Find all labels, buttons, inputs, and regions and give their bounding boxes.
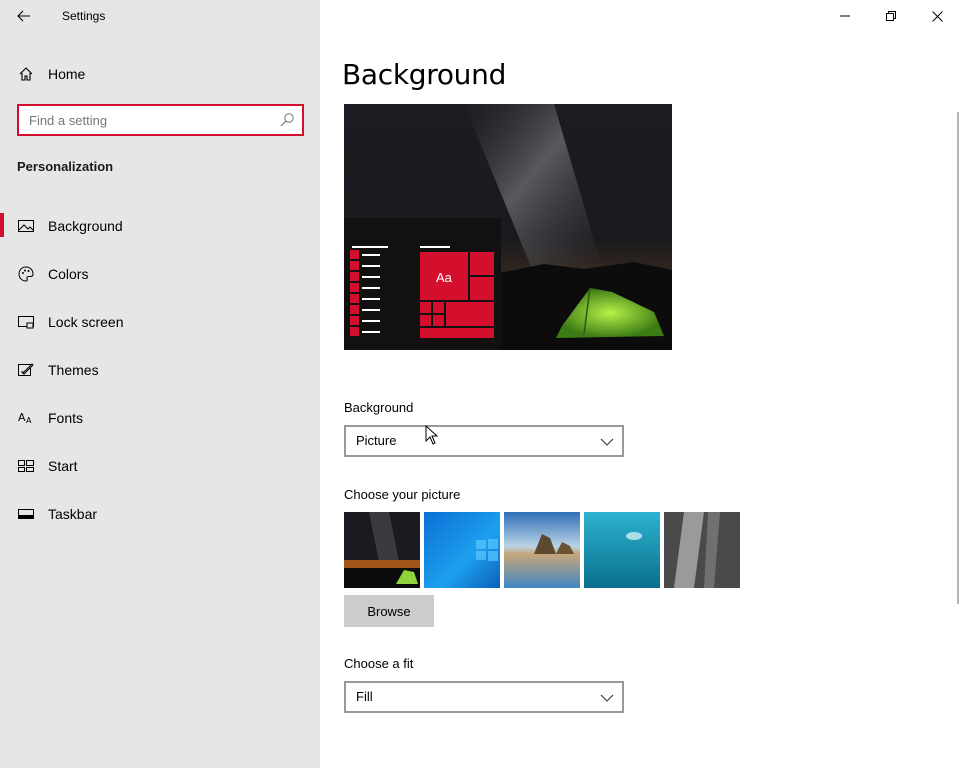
svg-text:A: A [26,416,32,425]
sidebar-item-label: Start [48,458,78,474]
page-title: Background [342,58,507,91]
back-arrow-icon [17,10,30,22]
fit-dropdown[interactable]: Fill [344,681,624,713]
minimize-icon [840,15,850,17]
fit-dropdown-value: Fill [356,689,373,704]
picture-icon [17,217,35,235]
preview-sample-text: Aa [436,270,453,285]
thumbnail-rock-cliff[interactable] [664,512,740,588]
sidebar-item-label: Background [48,218,123,234]
themes-icon [17,361,35,379]
close-button[interactable] [914,0,960,32]
home-label: Home [48,66,86,82]
background-dropdown-value: Picture [356,433,397,448]
sidebar-item-fonts[interactable]: AA Fonts [0,401,320,449]
chevron-down-icon [600,694,614,702]
start-icon [17,457,35,475]
svg-text:A: A [18,411,26,424]
sidebar-item-label: Lock screen [48,314,124,330]
fonts-icon: AA [17,409,35,427]
titlebar-left: Settings [0,0,320,33]
sidebar: Settings Home Personalization Background… [0,0,320,768]
sidebar-item-themes[interactable]: Themes [0,353,320,401]
sidebar-item-colors[interactable]: Colors [0,257,320,305]
search-input[interactable] [19,106,274,134]
home-nav-item[interactable]: Home [0,58,320,90]
sidebar-item-background[interactable]: Background [0,209,320,257]
search-icon[interactable] [279,112,295,128]
sidebar-item-label: Themes [48,362,99,378]
section-title: Personalization [17,159,114,174]
thumbnail-beach-rocks[interactable] [504,512,580,588]
thumbnail-underwater[interactable] [584,512,660,588]
sidebar-item-label: Colors [48,266,89,282]
home-icon [17,65,35,83]
mouse-cursor-icon [425,425,439,445]
background-label: Background [344,400,414,415]
restore-icon [886,11,896,21]
restore-button[interactable] [868,0,914,32]
palette-icon [17,265,35,283]
sidebar-item-taskbar[interactable]: Taskbar [0,497,320,545]
search-box[interactable] [17,104,304,136]
fit-label: Choose a fit [344,656,414,671]
sidebar-item-label: Fonts [48,410,84,426]
picture-thumbnails [344,512,744,588]
chevron-down-icon [600,438,614,446]
thumbnail-windows-blue[interactable] [424,512,500,588]
browse-button[interactable]: Browse [344,595,434,627]
sidebar-item-lock-screen[interactable]: Lock screen [0,305,320,353]
back-button[interactable] [8,2,40,30]
taskbar-icon [17,505,35,523]
scrollbar[interactable] [957,112,959,604]
minimize-button[interactable] [822,0,868,32]
background-preview: Aa [344,104,672,350]
sidebar-item-label: Taskbar [48,506,98,522]
sidebar-item-start[interactable]: Start [0,449,320,497]
close-icon [931,10,943,22]
preview-image: Aa [344,104,672,350]
window-controls [822,0,960,32]
background-dropdown[interactable]: Picture [344,425,624,457]
app-title: Settings [62,9,106,23]
choose-picture-label: Choose your picture [344,487,461,502]
nav-list: Background Colors Lock screen Themes AA … [0,209,320,545]
thumbnail-night-tent[interactable] [344,512,420,588]
lock-screen-icon [17,313,35,331]
